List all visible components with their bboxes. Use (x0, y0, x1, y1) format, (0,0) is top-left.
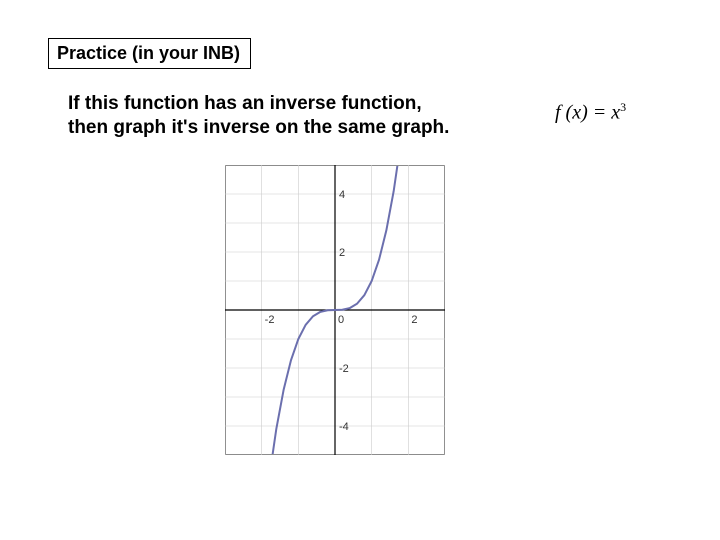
slide: Practice (in your INB) If this function … (0, 0, 720, 540)
formula-eq: = (588, 102, 612, 124)
svg-text:2: 2 (411, 314, 417, 326)
prompt-text: If this function has an inverse function… (68, 92, 528, 140)
svg-text:-2: -2 (339, 363, 349, 375)
formula-rhs-exp: 3 (620, 100, 626, 114)
prompt-line-1: If this function has an inverse function… (68, 93, 422, 114)
function-formula: f (x) = x3 (555, 100, 626, 125)
svg-text:-2: -2 (265, 314, 275, 326)
cubic-graph: -2 0 2 -4 -2 2 4 (225, 165, 445, 455)
svg-text:-4: -4 (339, 421, 349, 433)
prompt-line-2: then graph it's inverse on the same grap… (68, 117, 449, 138)
formula-rhs-base: x (611, 102, 620, 124)
svg-text:0: 0 (338, 314, 344, 326)
svg-text:2: 2 (339, 247, 345, 259)
formula-lhs: f (x) (555, 102, 588, 124)
practice-title: Practice (in your INB) (57, 43, 240, 63)
svg-text:4: 4 (339, 189, 345, 201)
practice-title-box: Practice (in your INB) (48, 38, 251, 69)
